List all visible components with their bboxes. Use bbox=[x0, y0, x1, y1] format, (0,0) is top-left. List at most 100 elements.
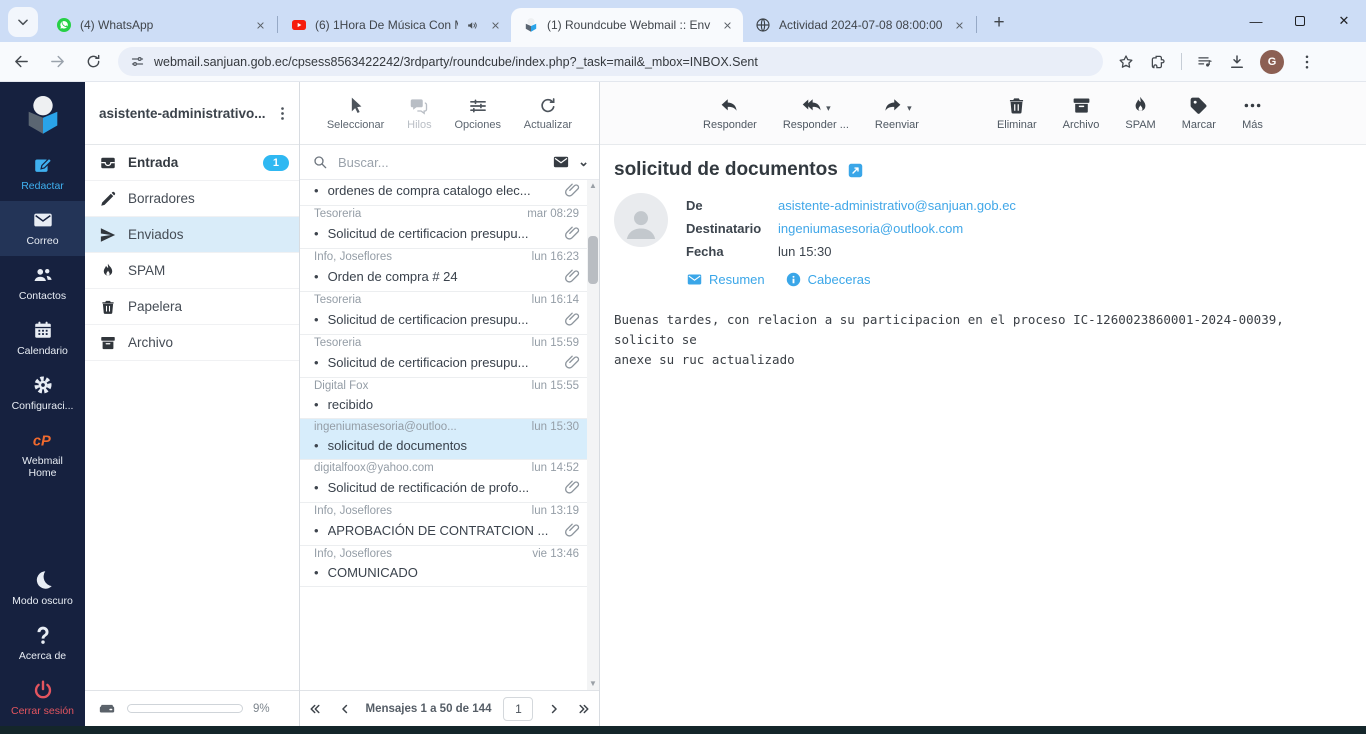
message-list-item[interactable]: Info, Joseflores lun 13:19 • APROBACIÓN DE … bbox=[300, 503, 587, 546]
next-page-button[interactable] bbox=[545, 700, 563, 718]
browser-tab[interactable]: Actividad 2024-07-08 08:00:00 bbox=[743, 8, 975, 42]
folder-borradores[interactable]: Borradores bbox=[85, 181, 299, 217]
toolbar-actions: G bbox=[1117, 49, 1316, 74]
sidebar-item-webmail-home[interactable]: cP Webmail Home bbox=[0, 421, 85, 488]
action-label: Resumen bbox=[709, 272, 765, 287]
last-page-button[interactable] bbox=[575, 700, 593, 718]
sidebar-item-correo[interactable]: Correo bbox=[0, 201, 85, 257]
minimize-button[interactable]: — bbox=[1234, 0, 1278, 42]
reload-button[interactable] bbox=[78, 47, 108, 77]
new-tab-button[interactable]: + bbox=[986, 10, 1012, 36]
sidebar-item-configuraci[interactable]: Configuraci... bbox=[0, 366, 85, 421]
scroll-up-icon[interactable]: ▲ bbox=[589, 180, 597, 192]
sidebar-item-calendario[interactable]: Calendario bbox=[0, 311, 85, 366]
tab-close-icon[interactable] bbox=[252, 17, 268, 33]
message-toolbar-archivo[interactable]: Archivo bbox=[1063, 95, 1099, 131]
folder-papelera[interactable]: Papelera bbox=[85, 289, 299, 325]
sidebar-item-contactos[interactable]: Contactos bbox=[0, 256, 85, 311]
message-list-item[interactable]: Tesoreria lun 15:59 • Solicitud de certific… bbox=[300, 335, 587, 378]
message-list-item[interactable]: Info, Joseflores vie 13:46 • COMUNICADO bbox=[300, 546, 587, 587]
message-list-item[interactable]: ingeniumasesoria@outloo... lun 15:30 • soli… bbox=[300, 419, 587, 460]
back-button[interactable] bbox=[6, 47, 36, 77]
unread-dot-icon: • bbox=[314, 522, 319, 538]
bookmark-star-icon[interactable] bbox=[1117, 53, 1135, 71]
profile-avatar[interactable]: G bbox=[1260, 49, 1284, 74]
message-list-item[interactable]: Tesoreria mar 08:29 • Solicitud de certific… bbox=[300, 206, 587, 249]
extensions-icon[interactable] bbox=[1149, 53, 1167, 71]
browser-tab[interactable]: (6) 1Hora De Música Con M bbox=[279, 8, 511, 42]
tab-search-button[interactable] bbox=[8, 7, 38, 37]
tab-title: Actividad 2024-07-08 08:00:00 bbox=[779, 18, 943, 32]
tab-close-icon[interactable] bbox=[487, 17, 503, 33]
sidebar-item-acerca-de[interactable]: Acerca de bbox=[0, 616, 85, 671]
media-controls-icon[interactable] bbox=[1196, 53, 1214, 71]
compose-icon bbox=[32, 154, 54, 176]
address-bar[interactable]: webmail.sanjuan.gob.ec/cpsess8563422242/… bbox=[118, 47, 1103, 76]
chevron-down-icon bbox=[18, 19, 28, 26]
prev-page-button[interactable] bbox=[336, 700, 354, 718]
dropdown-caret-icon[interactable]: ▾ bbox=[907, 103, 912, 116]
maximize-button[interactable] bbox=[1278, 0, 1322, 42]
gear-icon bbox=[32, 374, 54, 396]
dropdown-caret-icon[interactable]: ▾ bbox=[826, 103, 831, 116]
tab-close-icon[interactable] bbox=[951, 17, 967, 33]
message-subject: solicitud de documentos bbox=[614, 159, 838, 180]
list-scrollbar[interactable]: ▲ ▼ bbox=[587, 180, 599, 690]
search-scope-envelope-icon[interactable] bbox=[552, 153, 570, 171]
message-toolbar-más[interactable]: Más bbox=[1242, 95, 1263, 131]
browser-tab[interactable]: (4) WhatsApp bbox=[44, 8, 276, 42]
toolbar-label: Opciones bbox=[454, 118, 501, 131]
message-toolbar-eliminar[interactable]: Eliminar bbox=[997, 95, 1037, 131]
scrollbar-thumb[interactable] bbox=[588, 235, 598, 285]
folder-archivo[interactable]: Archivo bbox=[85, 325, 299, 361]
sidebar-item-modo-oscuro[interactable]: Modo oscuro bbox=[0, 561, 85, 616]
downloads-icon[interactable] bbox=[1228, 53, 1246, 71]
sidebar-item-cerrar-sesi-n[interactable]: Cerrar sesión bbox=[0, 671, 85, 726]
sidebar-item-label: Acerca de bbox=[18, 649, 67, 662]
message-toolbar-marcar[interactable]: Marcar bbox=[1182, 95, 1216, 131]
action-resumen[interactable]: Resumen bbox=[686, 271, 765, 288]
close-window-button[interactable]: ✕ bbox=[1322, 0, 1366, 42]
folder-label: SPAM bbox=[128, 263, 166, 278]
message-list-item[interactable]: Info, Joseflores lun 16:23 • Orden de compr… bbox=[300, 249, 587, 292]
scroll-down-icon[interactable]: ▼ bbox=[589, 678, 597, 690]
action-cabeceras[interactable]: Cabeceras bbox=[785, 271, 871, 288]
sidebar-item-redactar[interactable]: Redactar bbox=[0, 146, 85, 201]
folder-entrada[interactable]: Entrada 1 bbox=[85, 145, 299, 181]
youtube-icon bbox=[291, 17, 307, 33]
message-toolbar-responder[interactable]: ▾ Responder ... bbox=[783, 95, 849, 131]
message-list-item[interactable]: Tesoreria lun 16:14 • Solicitud de certific… bbox=[300, 292, 587, 335]
list-toolbar-opciones[interactable]: Opciones bbox=[454, 96, 501, 131]
person-icon bbox=[626, 211, 656, 239]
browser-tab[interactable]: (1) Roundcube Webmail :: Envi bbox=[511, 8, 743, 42]
list-toolbar-actualizar[interactable]: Actualizar bbox=[524, 96, 572, 131]
scrollbar-track[interactable] bbox=[587, 192, 599, 678]
message-toolbar-reenviar[interactable]: ▾ Reenviar bbox=[875, 95, 919, 131]
message-toolbar-responder[interactable]: Responder bbox=[703, 95, 757, 131]
search-options-chevron-icon[interactable]: ⌄ bbox=[578, 154, 589, 170]
message-list-item[interactable]: digitalfoox@yahoo.com lun 14:52 • Solicitud… bbox=[300, 460, 587, 503]
folder-spam[interactable]: SPAM bbox=[85, 253, 299, 289]
forward-button[interactable] bbox=[42, 47, 72, 77]
message-preview-panel: Responder ▾ Responder ... ▾ Reenviar Eliminar… bbox=[600, 82, 1366, 726]
list-toolbar-hilos[interactable]: Hilos bbox=[407, 96, 432, 131]
browser-window: (4) WhatsApp (6) 1Hora De Música Con M (1)… bbox=[0, 0, 1366, 734]
tab-title: (4) WhatsApp bbox=[80, 18, 154, 32]
field-value[interactable]: ingeniumasesoria@outlook.com bbox=[778, 218, 963, 239]
edit-draft-icon[interactable] bbox=[847, 162, 864, 179]
folder-enviados[interactable]: Enviados bbox=[85, 217, 299, 253]
tab-close-icon[interactable] bbox=[719, 17, 735, 33]
search-input[interactable] bbox=[336, 153, 545, 171]
browser-menu-icon[interactable] bbox=[1298, 53, 1316, 71]
message-toolbar-spam[interactable]: SPAM bbox=[1125, 95, 1156, 131]
first-page-button[interactable] bbox=[306, 700, 324, 718]
page-number-input[interactable]: 1 bbox=[503, 696, 534, 721]
folder-actions-icon[interactable] bbox=[271, 102, 293, 124]
list-toolbar-seleccionar[interactable]: Seleccionar bbox=[327, 96, 384, 131]
field-value[interactable]: asistente-administrativo@sanjuan.gob.ec bbox=[778, 195, 1016, 216]
refresh-icon bbox=[538, 96, 558, 116]
message-list-item[interactable]: • ordenes de compra catalogo elec... bbox=[300, 180, 587, 206]
sender-avatar bbox=[614, 193, 668, 247]
envelope-icon bbox=[686, 271, 703, 288]
message-list-item[interactable]: Digital Fox lun 15:55 • recibido bbox=[300, 378, 587, 419]
